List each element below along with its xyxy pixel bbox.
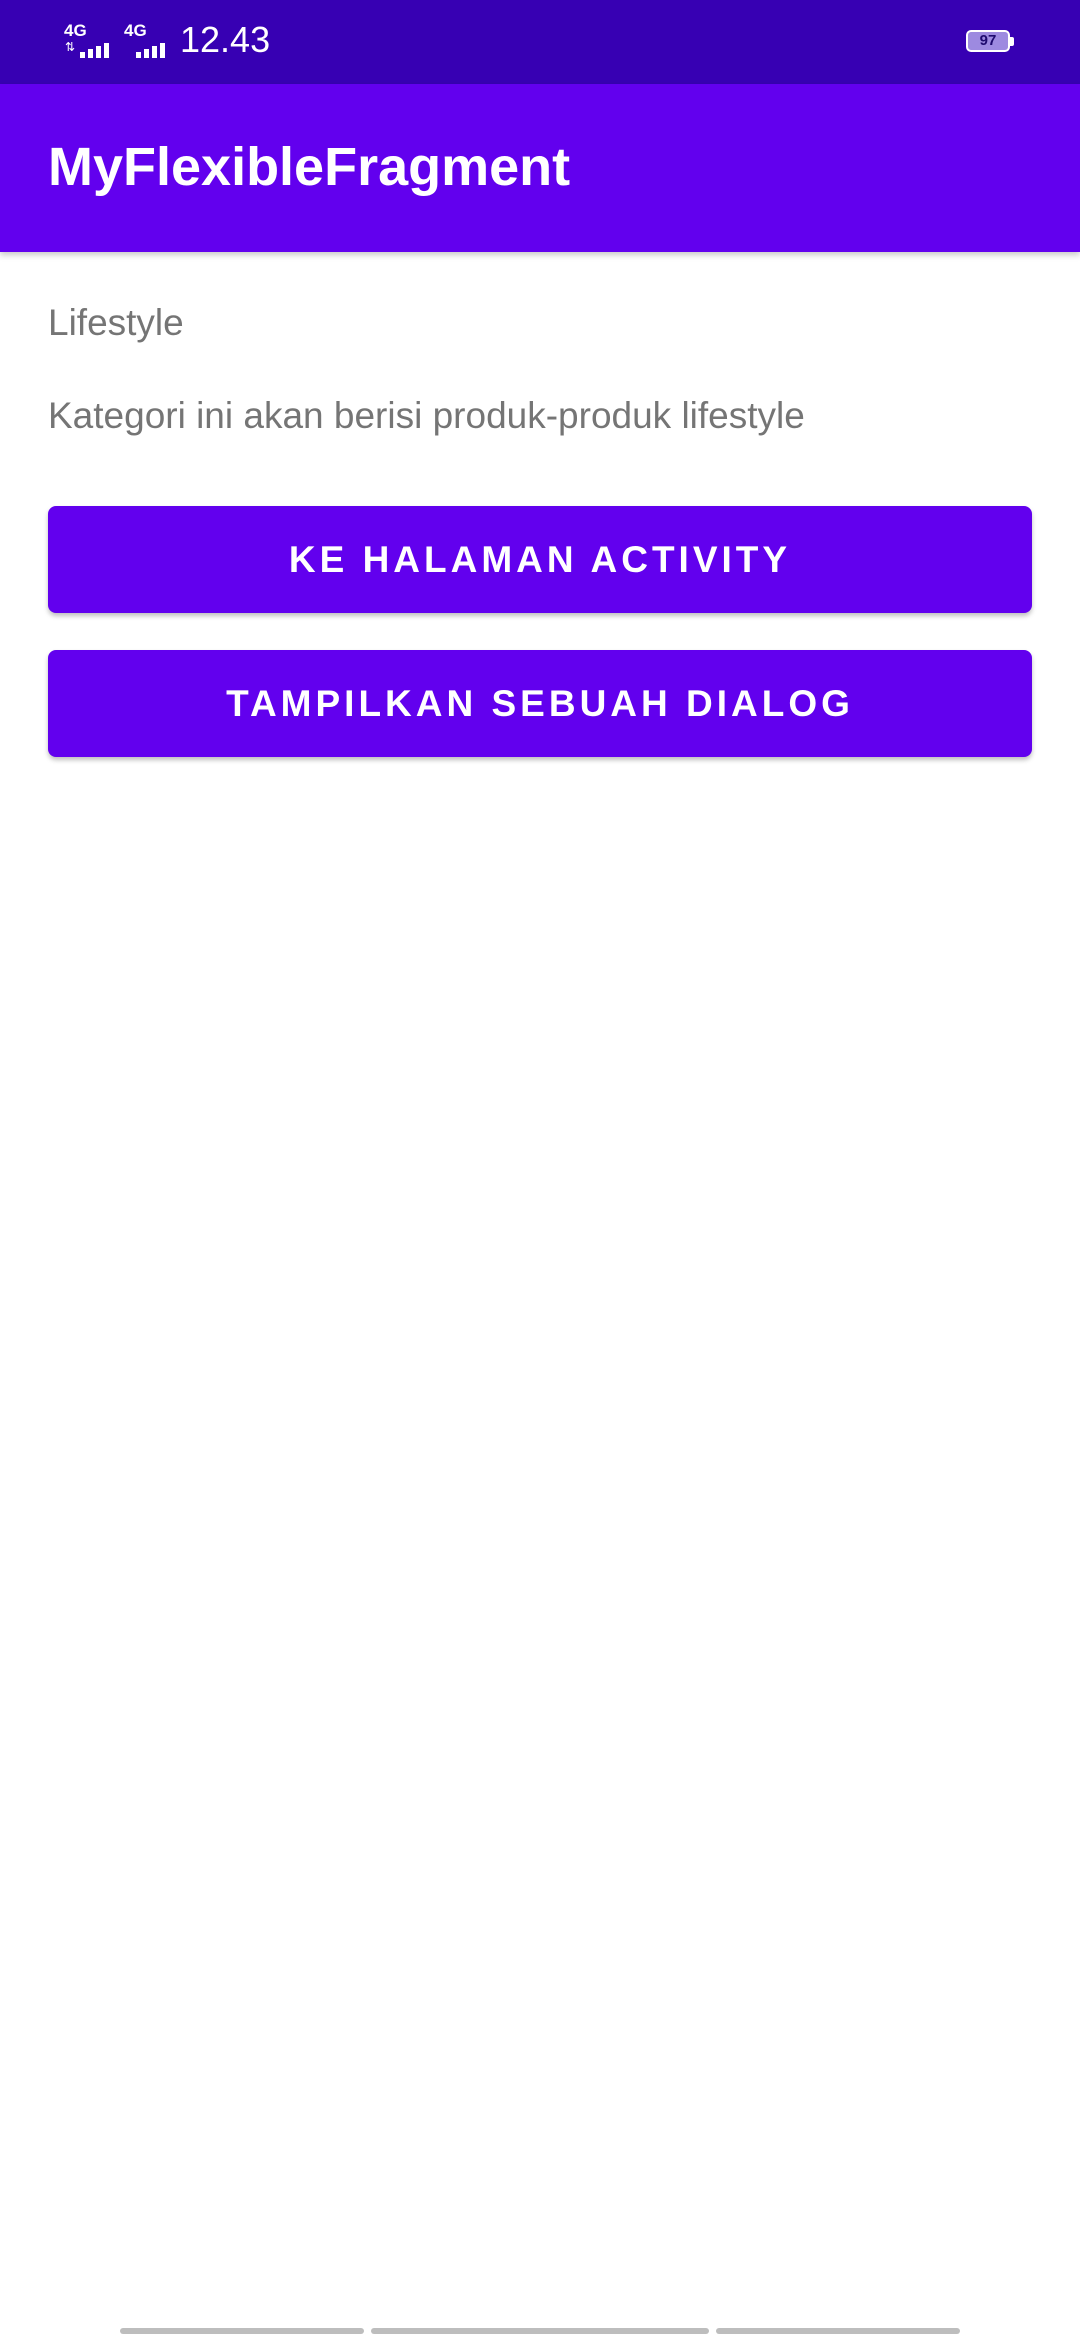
status-bar: 4G ⇅ 4G 12.43 97 [0, 0, 1080, 84]
category-description: Kategori ini akan berisi produk-produk l… [48, 395, 805, 436]
battery-level: 97 [979, 32, 997, 49]
status-time: 12.43 [180, 19, 271, 60]
app-title: MyFlexibleFragment [48, 137, 571, 197]
data-activity-icon: ⇅ [65, 40, 76, 54]
app-screen: 4G ⇅ 4G 12.43 97 MyFlexibleFragment Life… [0, 0, 1080, 2340]
network-type-label: 4G [124, 21, 147, 40]
nav-gesture-bar-left[interactable] [120, 2328, 364, 2334]
show-dialog-button[interactable]: TAMPILKAN SEBUAH DIALOG [48, 650, 1032, 757]
signal-bars [80, 40, 109, 58]
to-activity-button[interactable]: KE HALAMAN ACTIVITY [48, 506, 1032, 613]
app-bar: MyFlexibleFragment [0, 84, 1080, 252]
nav-gesture-bar-center[interactable] [371, 2328, 709, 2334]
battery-icon: 97 [966, 30, 1014, 54]
category-title: Lifestyle [48, 302, 184, 343]
network-type-label: 4G [64, 21, 87, 40]
nav-gesture-bar-right[interactable] [716, 2328, 960, 2334]
signal-bars [136, 40, 165, 58]
